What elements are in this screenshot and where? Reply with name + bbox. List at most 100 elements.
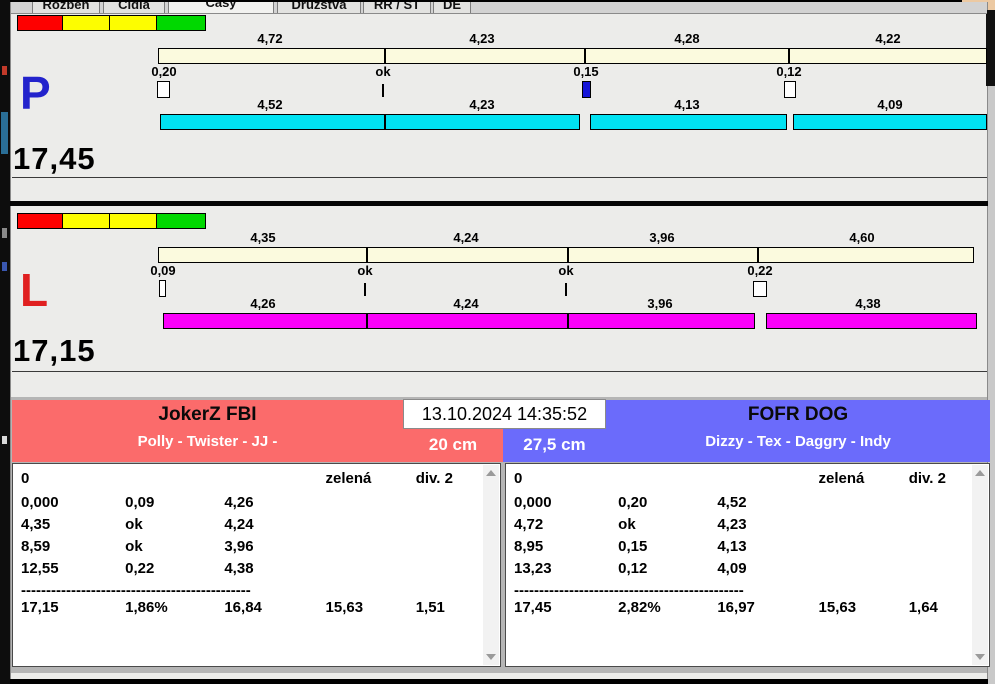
background-speck: [2, 66, 7, 75]
table-row: 0,000 0,09 4,26: [21, 494, 254, 511]
lane-p-total-time: 17,45: [13, 141, 96, 176]
result-table-left: 0 zelená div. 2 0,000 0,09 4,26 4,35 ok …: [12, 463, 501, 667]
background-speck: [2, 436, 7, 444]
window-right-border: [986, 10, 995, 86]
divider-line: [12, 177, 987, 178]
status-light-red: [17, 15, 63, 31]
division-label: div. 2: [415, 470, 453, 487]
ok-tick-marker: [565, 283, 567, 296]
segment-divider: [366, 314, 368, 328]
segment-divider: [788, 49, 790, 63]
l-time-bar-1-3: [163, 313, 755, 329]
table-row: 12,55 0,22 4,38: [21, 560, 254, 577]
table-row: 8,59 ok 3,96: [21, 538, 254, 555]
l-dog-time-label-3: 3,96: [647, 296, 673, 311]
p-marker-label-1: 0,20: [151, 64, 177, 79]
p-time-bar-1-2: [160, 114, 580, 130]
l-marker-label-1: 0,09: [150, 263, 176, 278]
fault-marker-box: [784, 81, 796, 98]
jump-height-left: 20 cm: [428, 435, 478, 454]
background-speck: [1, 112, 8, 154]
l-marker-label-4: 0,22: [747, 263, 773, 278]
lane-color-label: zelená: [325, 470, 372, 487]
scroll-up-icon[interactable]: [975, 470, 985, 476]
status-light-yellow-1: [62, 15, 110, 31]
p-dog-time-label-2: 4,23: [469, 97, 495, 112]
l-split-label-4: 4,60: [849, 230, 875, 245]
table-row: 4,35 ok 4,24: [21, 516, 254, 533]
ok-tick-marker: [364, 283, 366, 296]
window-bottom-strip: [11, 673, 987, 679]
background-speck: [2, 262, 7, 271]
segment-divider: [584, 49, 586, 63]
table-scrollbar[interactable]: [483, 465, 499, 665]
p-dog-time-label-1: 4,52: [257, 97, 283, 112]
table-separator: ----------------------------------------…: [21, 582, 251, 596]
fault-marker-box: [157, 81, 170, 98]
team-left-name: JokerZ FBI: [158, 404, 257, 425]
l-dog-time-label-4: 4,38: [855, 296, 881, 311]
l-split-label-2: 4,24: [453, 230, 479, 245]
l-marker-label-3: ok: [558, 263, 574, 278]
p-split-label-3: 4,28: [674, 31, 700, 46]
p-dog-time-label-3: 4,13: [674, 97, 700, 112]
run-number: 0: [21, 470, 30, 487]
lane-l-total-time: 17,15: [13, 333, 96, 368]
lane-l-letter: L: [20, 264, 49, 316]
table-row: 13,23 0,12 4,09: [514, 560, 747, 577]
table-header-row: 0 zelená div. 2: [514, 470, 969, 490]
team-left-dogs: Polly - Twister - JJ -: [137, 433, 278, 450]
table-separator: ----------------------------------------…: [514, 582, 744, 596]
p-split-label-4: 4,22: [875, 31, 901, 46]
l-time-bar-4: [766, 313, 977, 329]
l-marker-label-2: ok: [357, 263, 373, 278]
l-split-label-1: 4,35: [250, 230, 276, 245]
background-speck: [2, 228, 7, 238]
timestamp-box: 13.10.2024 14:35:52: [403, 399, 606, 429]
table-row: 0,000 0,20 4,52: [514, 494, 747, 511]
p-ruler-bar: [158, 48, 987, 64]
status-light-green: [156, 213, 206, 229]
l-dog-time-label-2: 4,24: [453, 296, 479, 311]
scroll-up-icon[interactable]: [486, 470, 496, 476]
l-dog-time-label-1: 4,26: [250, 296, 276, 311]
panel-divider: [10, 201, 988, 206]
table-totals-row: 17,15 1,86% 16,84 15,63 1,51: [21, 599, 445, 616]
table-row: 8,95 0,15 4,13: [514, 538, 747, 555]
segment-divider: [366, 248, 368, 262]
lane-color-label: zelená: [818, 470, 865, 487]
table-totals-row: 17,45 2,82% 16,97 15,63 1,64: [514, 599, 938, 616]
jump-height-right: 27,5 cm: [523, 435, 586, 454]
scroll-down-icon[interactable]: [975, 654, 985, 660]
team-right-name: FOFR DOG: [747, 404, 849, 425]
p-dog-time-label-4: 4,09: [877, 97, 903, 112]
table-scrollbar[interactable]: [972, 465, 988, 665]
result-table-right: 0 zelená div. 2 0,000 0,20 4,52 4,72 ok …: [505, 463, 990, 667]
table-header-row: 0 zelená div. 2: [21, 470, 480, 490]
status-light-red: [17, 213, 63, 229]
panel-p-top-border: [11, 13, 987, 14]
table-row: 4,72 ok 4,23: [514, 516, 747, 533]
status-light-yellow-2: [109, 213, 157, 229]
segment-divider: [757, 248, 759, 262]
p-split-label-1: 4,72: [257, 31, 283, 46]
p-split-label-2: 4,23: [469, 31, 495, 46]
segment-divider: [384, 115, 386, 129]
status-light-green: [156, 15, 206, 31]
division-label: div. 2: [908, 470, 946, 487]
background-window-strip: [0, 0, 10, 684]
ok-tick-marker: [382, 84, 384, 97]
scroll-down-icon[interactable]: [486, 654, 496, 660]
segment-divider: [384, 49, 386, 63]
p-time-bar-4: [793, 114, 987, 130]
run-number: 0: [514, 470, 523, 487]
p-marker-label-4: 0,12: [776, 64, 802, 79]
l-split-label-3: 3,96: [649, 230, 675, 245]
fault-marker-box: [159, 280, 166, 297]
lane-p-letter: P: [20, 67, 51, 119]
status-light-yellow-2: [109, 15, 157, 31]
team-right-dogs: Dizzy - Tex - Daggry - Indy: [705, 433, 891, 450]
application-window: Rozběh Čidla Časy Družstva RR / ST DE P …: [0, 0, 995, 684]
fault-marker-box: [753, 281, 767, 297]
segment-divider: [567, 314, 569, 328]
